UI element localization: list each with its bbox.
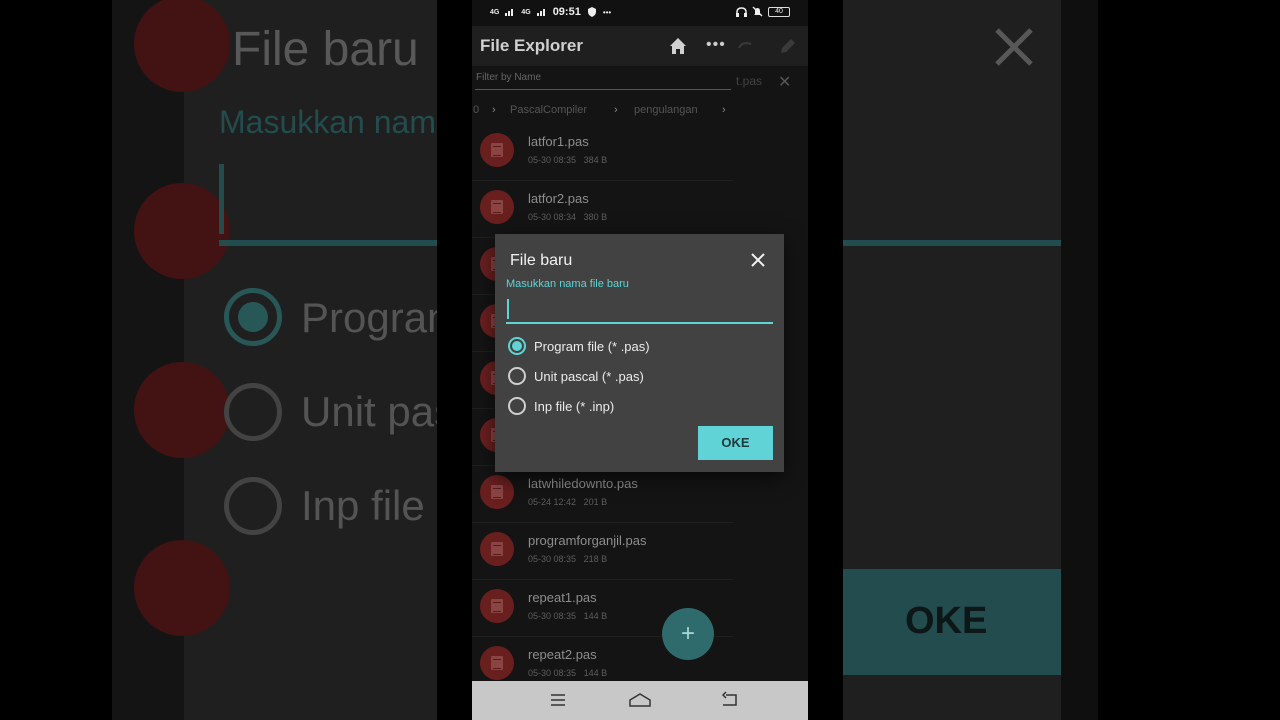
file-item[interactable]: latwhiledownto.pas 05-24 12:42 201 B [472, 466, 734, 523]
file-name: repeat1.pas [528, 590, 597, 605]
file-meta: 05-30 08:35 144 B [528, 668, 608, 678]
radio-label: Program file (* .pas) [534, 338, 650, 354]
radio-option-program[interactable]: Program file (* .pas) [508, 335, 650, 357]
home-nav-icon[interactable] [628, 689, 652, 711]
signal-icon [536, 9, 545, 16]
breadcrumb-separator: › [492, 104, 496, 116]
bg-shade [843, 0, 1098, 720]
file-meta: 05-30 08:35 144 B [528, 611, 608, 621]
edit-icon[interactable] [778, 36, 798, 56]
file-item[interactable]: latfor2.pas 05-30 08:34 380 B [472, 181, 734, 238]
shield-icon [587, 7, 596, 17]
breadcrumb-separator: › [614, 104, 618, 116]
mute-icon [752, 6, 763, 17]
signal-label: 4G [490, 8, 500, 16]
file-meta: 05-30 08:35 218 B [528, 554, 608, 564]
background-zoom-right: OKE [843, 0, 1098, 720]
file-icon [480, 133, 514, 167]
phone-screen: 4G 4G 09:51 ••• 40 File Explorer ••• Fil… [472, 0, 808, 720]
back-icon[interactable] [718, 689, 742, 711]
file-name: latwhiledownto.pas [528, 476, 638, 491]
file-meta: 05-30 08:34 380 B [528, 212, 608, 222]
add-file-button[interactable]: + [662, 608, 714, 660]
battery-icon: 40 [768, 6, 790, 17]
file-meta: 05-30 08:35 384 B [528, 155, 608, 165]
file-item[interactable]: programforganjil.pas 05-30 08:35 218 B [472, 523, 734, 580]
background-zoom-left: File baru Masukkan nama Program Unit pas… [112, 0, 437, 720]
file-name: repeat2.pas [528, 647, 597, 662]
file-icon [480, 190, 514, 224]
file-icon [480, 532, 514, 566]
radio-button[interactable] [508, 337, 526, 355]
status-time: 09:51 [552, 6, 581, 18]
status-bar: 4G 4G 09:51 ••• 40 [472, 0, 808, 26]
headphones-icon [736, 6, 747, 17]
status-more: ••• [602, 7, 612, 17]
tab-close-icon[interactable]: ✕ [778, 72, 791, 92]
file-item[interactable]: latfor1.pas 05-30 08:35 384 B [472, 124, 734, 181]
radio-button[interactable] [508, 367, 526, 385]
filter-input[interactable]: Filter by Name [475, 72, 731, 90]
bg-shade [112, 0, 437, 720]
navigation-bar [472, 681, 808, 720]
new-file-dialog: File baru Masukkan nama file baru Progra… [495, 234, 784, 472]
menu-icon[interactable] [546, 689, 570, 711]
radio-option-inp[interactable]: Inp file (* .inp) [508, 395, 614, 417]
home-icon[interactable] [668, 36, 688, 56]
signal-icon [505, 9, 514, 16]
file-icon [480, 475, 514, 509]
more-menu-icon[interactable]: ••• [706, 36, 726, 54]
editor-toolbar [734, 26, 808, 66]
file-name: programforganjil.pas [528, 533, 647, 548]
radio-label: Inp file (* .inp) [534, 398, 615, 414]
radio-label: Unit pascal (* .pas) [534, 368, 644, 384]
breadcrumb-item[interactable]: pengulangan [634, 104, 698, 116]
radio-button[interactable] [508, 397, 526, 415]
breadcrumb: 0 › PascalCompiler › pengulangan › [472, 104, 734, 122]
radio-option-unit[interactable]: Unit pascal (* .pas) [508, 365, 644, 387]
ok-button[interactable]: OKE [698, 426, 773, 460]
file-icon [480, 589, 514, 623]
text-caret [507, 299, 509, 319]
breadcrumb-item[interactable]: PascalCompiler [510, 104, 587, 116]
app-bar: File Explorer ••• [472, 26, 734, 66]
undo-icon[interactable] [736, 38, 754, 52]
file-name: latfor1.pas [528, 134, 589, 149]
close-icon[interactable] [748, 250, 768, 270]
breadcrumb-item[interactable]: 0 [473, 104, 479, 116]
editor-tab-label[interactable]: t.pas [736, 74, 762, 88]
app-title: File Explorer [480, 36, 583, 55]
file-icon [480, 646, 514, 680]
file-name: latfor2.pas [528, 191, 589, 206]
screen: File baru Masukkan nama Program Unit pas… [0, 0, 1280, 720]
breadcrumb-separator: › [722, 104, 726, 116]
filename-label: Masukkan nama file baru [506, 278, 629, 290]
filename-input[interactable] [506, 294, 773, 324]
dialog-title: File baru [510, 252, 573, 269]
file-meta: 05-24 12:42 201 B [528, 497, 608, 507]
signal-label: 4G [521, 8, 531, 16]
